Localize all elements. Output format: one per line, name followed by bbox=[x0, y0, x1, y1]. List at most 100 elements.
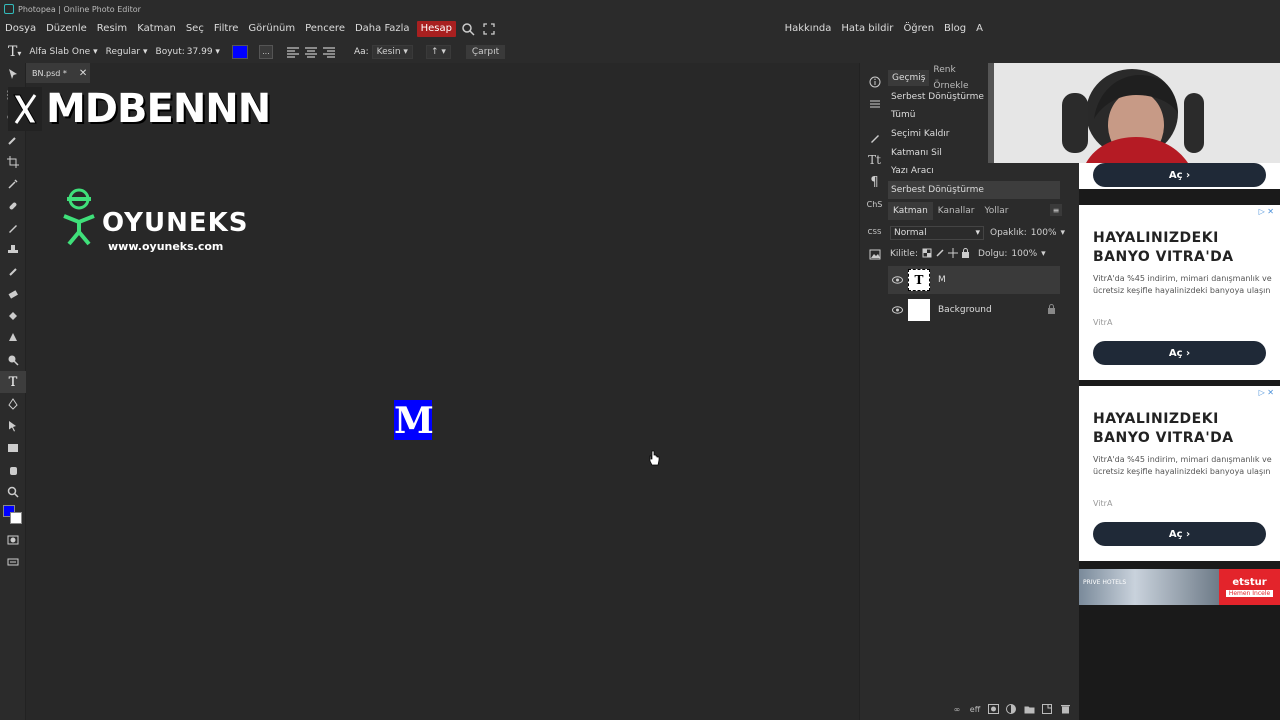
character-icon[interactable]: Tt bbox=[860, 149, 889, 171]
menu-edit[interactable]: Düzenle bbox=[41, 18, 92, 40]
crop-tool-icon[interactable] bbox=[0, 151, 26, 173]
menu-layer[interactable]: Katman bbox=[132, 18, 181, 40]
eye-icon[interactable] bbox=[888, 266, 906, 294]
tab-history[interactable]: Geçmiş bbox=[888, 70, 930, 86]
menu-filter[interactable]: Filtre bbox=[209, 18, 244, 40]
fill-tool-icon[interactable] bbox=[0, 305, 26, 327]
history-item-current[interactable]: Serbest Dönüştürme bbox=[888, 181, 1060, 199]
ad-open-button[interactable]: Aç › bbox=[1093, 163, 1266, 187]
hand-tool-icon[interactable] bbox=[0, 459, 26, 481]
history-item[interactable]: Seçimi Kaldır bbox=[888, 125, 988, 143]
tab-channels[interactable]: Kanallar bbox=[933, 202, 980, 220]
text-color-swatch[interactable] bbox=[231, 44, 248, 59]
ad-open-button[interactable]: Aç › bbox=[1093, 522, 1266, 546]
history-item[interactable]: Tümü bbox=[888, 106, 988, 124]
blend-mode-select[interactable]: Normal ▾ bbox=[890, 226, 984, 240]
menu-more[interactable]: Daha Fazla bbox=[350, 18, 415, 40]
adjustments-icon[interactable] bbox=[860, 93, 889, 115]
image-icon[interactable] bbox=[860, 243, 889, 265]
document-tab[interactable]: BN.psd * ✕ bbox=[26, 63, 90, 83]
link-about[interactable]: Hakkında bbox=[780, 18, 837, 40]
fill-dropdown-icon[interactable]: ▾ bbox=[1041, 249, 1046, 259]
link-truncated[interactable]: A bbox=[971, 18, 988, 40]
link-report-bug[interactable]: Hata bildir bbox=[836, 18, 898, 40]
info-icon[interactable] bbox=[860, 71, 889, 93]
font-size-input[interactable]: 37.99 ▾ bbox=[187, 47, 220, 57]
ad-card[interactable]: ▷ ✕ HAYALINIZDEKI BANYO VITRA'DA VitrA'd… bbox=[1079, 386, 1280, 561]
menu-select[interactable]: Seç bbox=[181, 18, 209, 40]
menu-account[interactable]: Hesap bbox=[416, 21, 456, 37]
link-layers-icon[interactable]: ∞ bbox=[949, 702, 965, 716]
delete-layer-icon[interactable] bbox=[1057, 702, 1073, 716]
move-tool-icon[interactable] bbox=[0, 63, 26, 85]
link-blog[interactable]: Blog bbox=[939, 18, 971, 40]
new-layer-icon[interactable] bbox=[1039, 702, 1055, 716]
text-orientation-select[interactable]: ↑ ▾ bbox=[425, 44, 451, 59]
history-item[interactable]: Katmanı Sil bbox=[888, 144, 988, 162]
new-folder-icon[interactable] bbox=[1021, 702, 1037, 716]
adjustment-layer-icon[interactable] bbox=[1003, 702, 1019, 716]
color-swatches[interactable] bbox=[0, 503, 26, 529]
text-layer-m[interactable]: M bbox=[394, 400, 434, 442]
close-icon[interactable]: ✕ bbox=[79, 68, 87, 79]
tab-paths[interactable]: Yollar bbox=[979, 202, 1013, 220]
character-styles-icon[interactable]: ChS bbox=[860, 193, 889, 215]
type-tool-active-icon[interactable]: T bbox=[0, 371, 26, 393]
stamp-tool-icon[interactable] bbox=[0, 239, 26, 261]
zoom-tool-icon[interactable] bbox=[0, 481, 26, 503]
history-brush-tool-icon[interactable] bbox=[0, 261, 26, 283]
paragraph-icon[interactable]: ¶ bbox=[860, 171, 889, 193]
pen-tool-icon[interactable] bbox=[0, 393, 26, 415]
warp-text-button[interactable]: Çarpıt bbox=[465, 44, 506, 59]
css-icon[interactable]: CSS bbox=[860, 221, 889, 243]
lock-pixels-icon[interactable] bbox=[935, 248, 945, 261]
layer-row[interactable]: Background bbox=[888, 296, 1060, 324]
menu-image[interactable]: Resim bbox=[92, 18, 132, 40]
path-select-tool-icon[interactable] bbox=[0, 415, 26, 437]
opacity-dropdown-icon[interactable]: ▾ bbox=[1061, 228, 1066, 238]
panel-menu-icon[interactable]: ≡ bbox=[1050, 204, 1062, 216]
lock-position-icon[interactable] bbox=[948, 247, 959, 261]
canvas-area[interactable] bbox=[26, 63, 859, 720]
layer-effects-button[interactable]: eff bbox=[967, 702, 983, 716]
more-options-button[interactable]: ... bbox=[258, 44, 273, 59]
quick-mask-icon[interactable] bbox=[0, 529, 26, 551]
align-right-icon[interactable] bbox=[322, 46, 336, 58]
brush-settings-icon[interactable] bbox=[860, 127, 889, 149]
menu-file[interactable]: Dosya bbox=[0, 18, 41, 40]
layer-row[interactable]: T M bbox=[888, 266, 1060, 294]
align-left-icon[interactable] bbox=[286, 46, 300, 58]
brush-tool-icon[interactable] bbox=[0, 217, 26, 239]
ad-choices-icon[interactable]: ▷ ✕ bbox=[1259, 388, 1274, 397]
font-style-select[interactable]: Regular ▾ bbox=[106, 47, 148, 57]
search-icon[interactable] bbox=[462, 22, 476, 36]
quick-select-tool-icon[interactable] bbox=[0, 129, 26, 151]
fill-input[interactable]: 100% bbox=[1011, 249, 1037, 259]
eyedropper-tool-icon[interactable] bbox=[0, 173, 26, 195]
shape-tool-icon[interactable] bbox=[0, 437, 26, 459]
healing-tool-icon[interactable] bbox=[0, 195, 26, 217]
menu-window[interactable]: Pencere bbox=[300, 18, 350, 40]
history-item[interactable]: Serbest Dönüştürme bbox=[888, 88, 988, 106]
font-family-select[interactable]: Alfa Slab One ▾ bbox=[29, 47, 97, 57]
link-learn[interactable]: Öğren bbox=[898, 18, 939, 40]
tab-layers[interactable]: Katman bbox=[888, 202, 933, 220]
history-item[interactable]: Yazı Aracı bbox=[888, 162, 988, 180]
lock-transparency-icon[interactable] bbox=[922, 248, 932, 261]
fullscreen-icon[interactable] bbox=[482, 22, 496, 36]
antialias-select[interactable]: Kesin ▾ bbox=[371, 44, 413, 59]
background-color-swatch[interactable] bbox=[10, 512, 22, 524]
eraser-tool-icon[interactable] bbox=[0, 283, 26, 305]
type-tool-icon[interactable]: T▾ bbox=[8, 44, 21, 60]
ad-banner-cta[interactable]: Hemen İncele bbox=[1225, 590, 1274, 597]
eye-icon[interactable] bbox=[888, 296, 906, 324]
blur-tool-icon[interactable] bbox=[0, 327, 26, 349]
add-mask-icon[interactable] bbox=[985, 702, 1001, 716]
lock-all-icon[interactable] bbox=[961, 247, 970, 261]
dodge-tool-icon[interactable] bbox=[0, 349, 26, 371]
ad-choices-icon[interactable]: ▷ ✕ bbox=[1259, 207, 1274, 216]
align-center-icon[interactable] bbox=[304, 46, 318, 58]
ad-open-button[interactable]: Aç › bbox=[1093, 341, 1266, 365]
ad-card[interactable]: ▷ ✕ HAYALINIZDEKI BANYO VITRA'DA VitrA'd… bbox=[1079, 205, 1280, 380]
ad-banner[interactable]: PRIVE HOTELS etstur Hemen İncele bbox=[1079, 569, 1280, 605]
